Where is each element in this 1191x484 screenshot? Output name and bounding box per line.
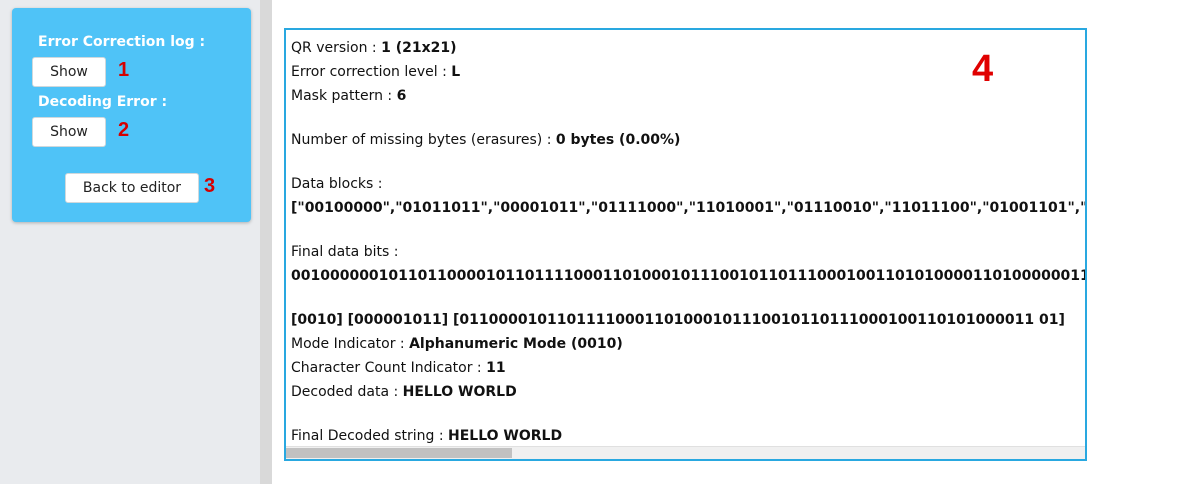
ec-level-label: Error correction level :	[291, 64, 452, 80]
show-decoding-error-button[interactable]: Show	[32, 117, 106, 147]
decoded-data-row: Decoded data : HELLO WORLD	[291, 380, 1085, 404]
decoding-error-label: Decoding Error :	[38, 94, 168, 110]
mode-indicator-row: Mode Indicator : Alphanumeric Mode (0010…	[291, 332, 1085, 356]
mask-pattern-value: 6	[396, 88, 407, 104]
ec-level-value: L	[451, 64, 461, 80]
horizontal-scrollbar[interactable]	[286, 446, 1085, 459]
mode-indicator-label: Mode Indicator :	[291, 336, 410, 352]
data-blocks-label: Data blocks :	[291, 176, 383, 192]
options-panel: Error Correction log : Show 1 Decoding E…	[12, 8, 251, 222]
missing-bytes-row: Number of missing bytes (erasures) : 0 b…	[291, 128, 1085, 152]
mask-pattern-label: Mask pattern :	[291, 88, 397, 104]
qr-version-label: QR version :	[291, 40, 382, 56]
decode-log-content: QR version : 1 (21x21) Error correction …	[291, 36, 1087, 448]
marker-2: 2	[118, 119, 130, 141]
show-error-correction-button[interactable]: Show	[32, 57, 106, 87]
ec-level-row: Error correction level : L	[291, 60, 1085, 84]
decoded-data-value: HELLO WORLD	[402, 384, 517, 400]
marker-1: 1	[118, 59, 130, 81]
mode-indicator-value: Alphanumeric Mode (0010)	[409, 336, 623, 352]
char-count-label: Character Count Indicator :	[291, 360, 487, 376]
final-string-value: HELLO WORLD	[448, 428, 563, 444]
missing-bytes-value: 0 bytes (0.00%)	[555, 132, 681, 148]
scrollbar-thumb[interactable]	[286, 448, 512, 458]
marker-3: 3	[204, 175, 216, 197]
error-correction-log-label: Error Correction log :	[38, 34, 206, 50]
back-to-editor-button[interactable]: Back to editor	[65, 173, 199, 203]
sidebar-divider	[260, 0, 272, 484]
qr-version-value: 1 (21x21)	[381, 40, 457, 56]
bit-segments: [0010] [000001011] [01100001011011110001…	[291, 312, 1065, 328]
missing-bytes-label: Number of missing bytes (erasures) :	[291, 132, 556, 148]
decode-log-box[interactable]: QR version : 1 (21x21) Error correction …	[284, 28, 1087, 461]
decoded-data-label: Decoded data :	[291, 384, 403, 400]
mask-pattern-row: Mask pattern : 6	[291, 84, 1085, 108]
final-string-row: Final Decoded string : HELLO WORLD	[291, 424, 1085, 448]
final-bits-value: 0010000001011011000010110111100011010001…	[291, 268, 1085, 284]
final-bits-label: Final data bits :	[291, 244, 399, 260]
qr-version-row: QR version : 1 (21x21)	[291, 36, 1085, 60]
char-count-row: Character Count Indicator : 11	[291, 356, 1085, 380]
data-blocks-value: ["00100000","01011011","00001011","01111…	[291, 200, 1087, 216]
char-count-value: 11	[486, 360, 506, 376]
marker-4: 4	[972, 48, 994, 90]
final-string-label: Final Decoded string :	[291, 428, 449, 444]
